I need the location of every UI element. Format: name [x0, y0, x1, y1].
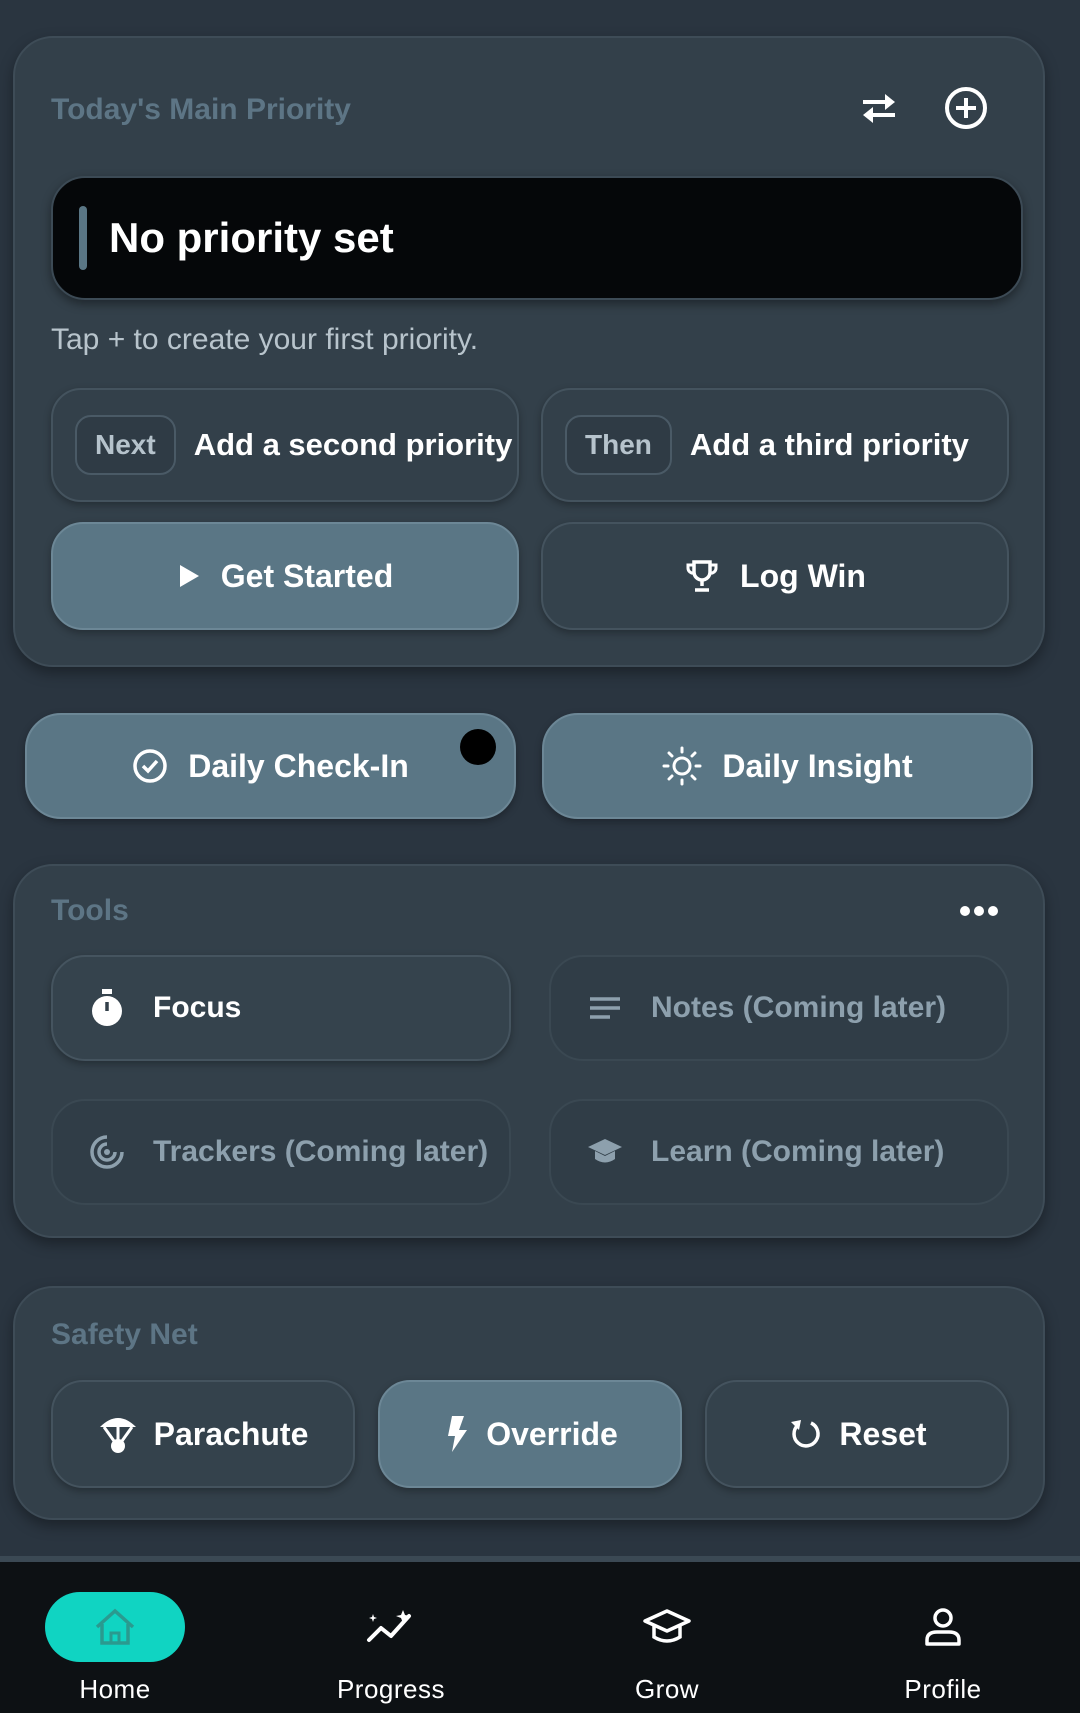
- priority-panel: Today's Main Priority No priority set Ta…: [13, 36, 1045, 667]
- override-label: Override: [486, 1415, 618, 1452]
- second-priority-button[interactable]: Next Add a second priority: [51, 388, 519, 502]
- parachute-button[interactable]: Parachute: [51, 1380, 355, 1488]
- nav-grow[interactable]: Grow: [582, 1592, 752, 1705]
- main-priority-box[interactable]: No priority set: [51, 176, 1023, 300]
- parachute-icon: [98, 1413, 138, 1455]
- priority-panel-title: Today's Main Priority: [51, 93, 351, 126]
- tool-learn[interactable]: Learn (Coming later): [549, 1099, 1009, 1205]
- safety-net-title: Safety Net: [51, 1318, 198, 1351]
- next-tag: Next: [75, 415, 176, 475]
- check-circle-icon: [132, 748, 168, 784]
- graduation-cap-icon: [585, 1132, 625, 1172]
- lightning-icon: [442, 1414, 470, 1454]
- reset-button[interactable]: Reset: [705, 1380, 1009, 1488]
- daily-insight-label: Daily Insight: [722, 747, 913, 784]
- tools-panel: Tools Focus Notes (Coming later) Tracker…: [13, 864, 1045, 1238]
- tool-learn-label: Learn (Coming later): [651, 1135, 945, 1168]
- main-priority-text: No priority set: [109, 214, 394, 261]
- tool-notes-label: Notes (Coming later): [651, 991, 947, 1024]
- tool-trackers[interactable]: Trackers (Coming later): [51, 1099, 511, 1205]
- reset-label: Reset: [839, 1415, 927, 1452]
- third-priority-label: Add a third priority: [689, 427, 969, 462]
- trophy-icon: [684, 558, 720, 594]
- profile-icon: [873, 1592, 1013, 1662]
- nav-home[interactable]: Home: [30, 1592, 200, 1705]
- override-button[interactable]: Override: [378, 1380, 682, 1488]
- stopwatch-icon: [87, 988, 127, 1028]
- sun-icon: [662, 746, 702, 786]
- daily-checkin-label: Daily Check-In: [188, 747, 409, 784]
- tools-title: Tools: [51, 894, 129, 927]
- then-tag: Then: [565, 415, 672, 475]
- more-options-icon[interactable]: [959, 904, 999, 916]
- nav-progress[interactable]: Progress: [306, 1592, 476, 1705]
- second-priority-label: Add a second priority: [193, 427, 513, 462]
- log-win-label: Log Win: [740, 557, 866, 594]
- parachute-label: Parachute: [153, 1415, 309, 1452]
- progress-icon: [321, 1592, 461, 1662]
- nav-home-label: Home: [79, 1674, 151, 1704]
- play-icon: [177, 563, 201, 589]
- nav-progress-label: Progress: [336, 1674, 446, 1704]
- swap-icon[interactable]: [857, 88, 901, 128]
- get-started-button[interactable]: Get Started: [51, 522, 519, 630]
- priority-accent-bar: [79, 206, 87, 270]
- tool-trackers-label: Trackers (Coming later): [153, 1135, 489, 1168]
- notification-dot: [460, 729, 496, 765]
- tracker-icon: [87, 1132, 127, 1172]
- daily-insight-button[interactable]: Daily Insight: [542, 713, 1033, 819]
- tool-focus-label: Focus: [153, 991, 242, 1024]
- priority-hint: Tap + to create your first priority.: [51, 323, 479, 356]
- bottom-nav: Home Progress Grow Profile: [0, 1556, 1080, 1713]
- nav-grow-label: Grow: [634, 1674, 700, 1704]
- third-priority-button[interactable]: Then Add a third priority: [541, 388, 1009, 502]
- tool-focus[interactable]: Focus: [51, 955, 511, 1061]
- get-started-label: Get Started: [220, 557, 394, 594]
- tool-notes[interactable]: Notes (Coming later): [549, 955, 1009, 1061]
- grow-cap-icon: [597, 1592, 737, 1662]
- reset-icon: [787, 1416, 823, 1452]
- home-icon: [45, 1592, 185, 1662]
- log-win-button[interactable]: Log Win: [541, 522, 1009, 630]
- add-priority-icon[interactable]: [944, 86, 988, 130]
- daily-checkin-button[interactable]: Daily Check-In: [25, 713, 516, 819]
- notes-icon: [585, 988, 625, 1028]
- nav-profile[interactable]: Profile: [858, 1592, 1028, 1705]
- nav-profile-label: Profile: [904, 1674, 982, 1704]
- safety-net-panel: Safety Net Parachute Override Reset: [13, 1286, 1045, 1520]
